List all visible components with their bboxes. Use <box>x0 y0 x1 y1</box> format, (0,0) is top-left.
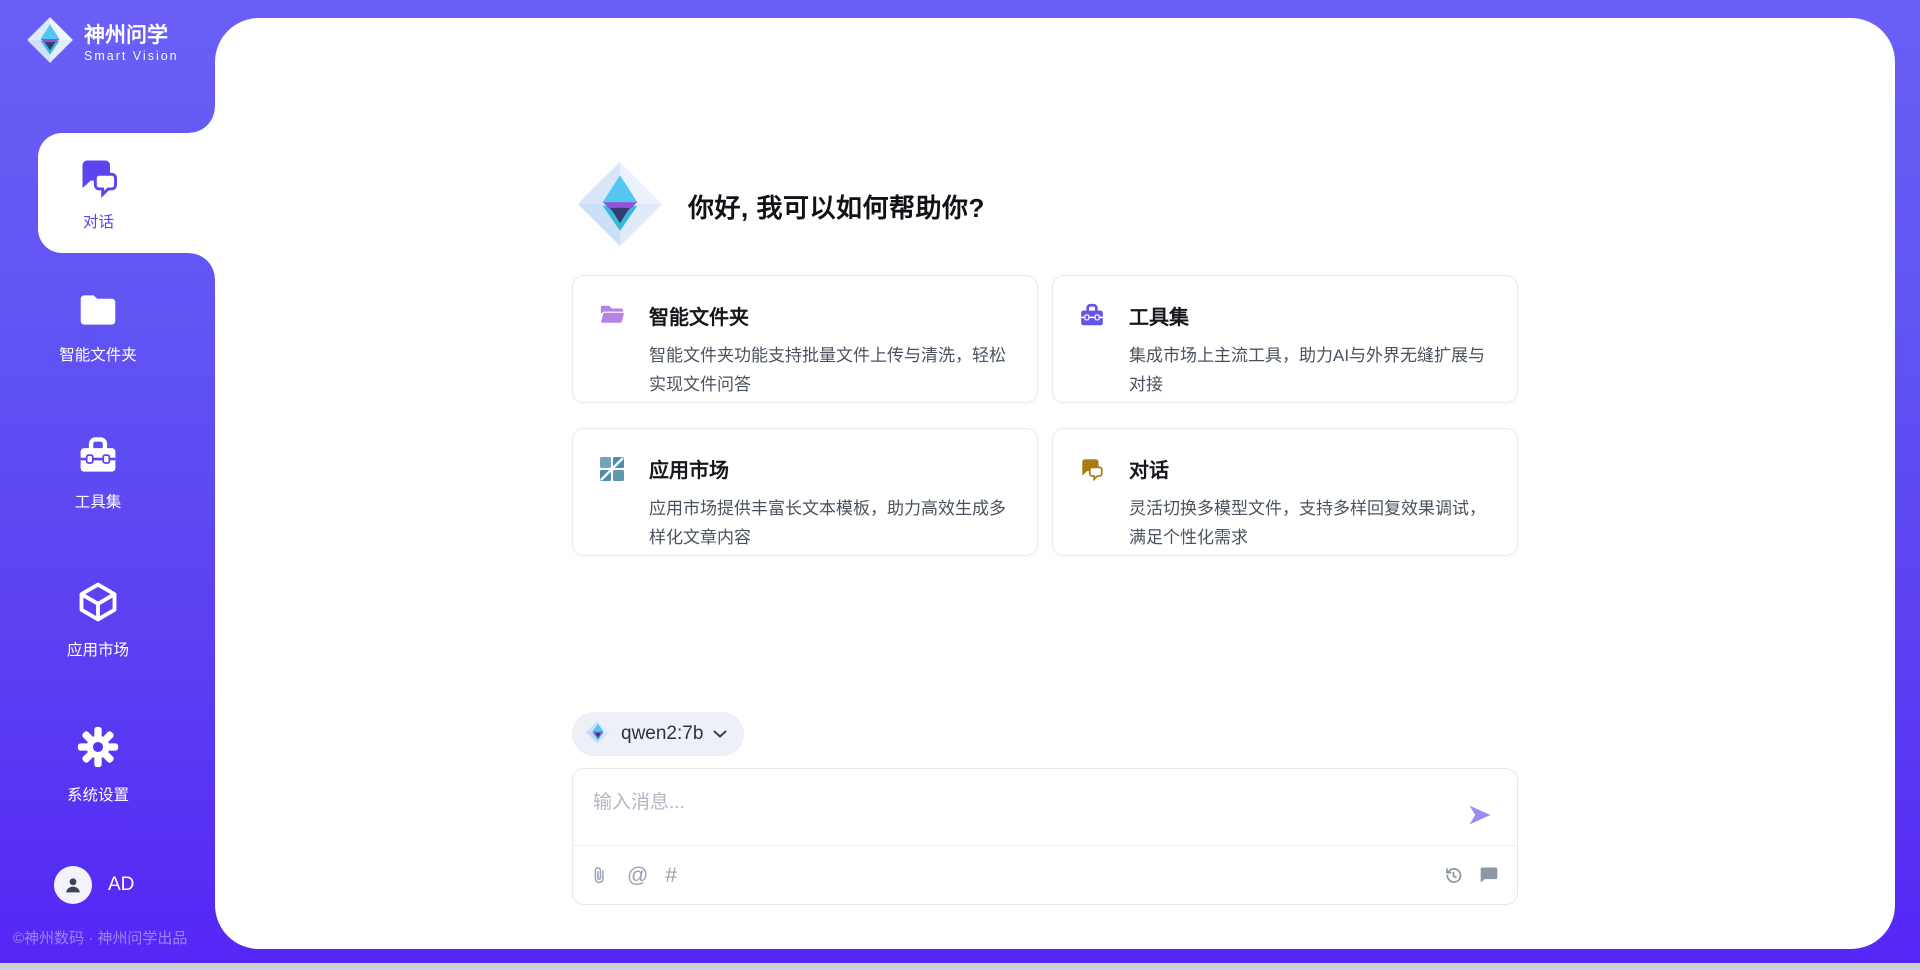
card-chat[interactable]: 对话 灵活切换多模型文件，支持多样回复效果调试，满足个性化需求 <box>1052 428 1518 556</box>
paperclip-icon <box>590 864 610 886</box>
sidebar-item-label: 系统设置 <box>67 783 129 805</box>
message-icon <box>1479 865 1499 885</box>
card-description: 智能文件夹功能支持批量文件上传与清洗，轻松实现文件问答 <box>649 341 1015 399</box>
toolbox-icon <box>1079 303 1105 333</box>
diamond-logo-icon <box>25 15 75 70</box>
chat-icon <box>1079 456 1105 487</box>
feature-cards: 智能文件夹 智能文件夹功能支持批量文件上传与清洗，轻松实现文件问答 <box>572 275 1518 556</box>
card-title: 对话 <box>1129 454 1495 483</box>
grid-icon <box>599 456 625 487</box>
at-icon[interactable]: @ <box>627 865 648 886</box>
chat-icon <box>77 155 121 204</box>
sidebar-item-app-market[interactable]: 应用市场 <box>0 580 196 660</box>
diamond-logo-icon <box>585 719 611 750</box>
send-icon <box>1466 801 1494 829</box>
user-initials: AD <box>108 874 134 896</box>
horizontal-scrollbar[interactable] <box>0 963 1920 970</box>
copyright-text: ©神州数码 · 神州问学出品 <box>13 927 187 948</box>
message-composer: @ # <box>572 768 1518 905</box>
toolbox-icon <box>77 436 119 481</box>
main-content: 你好, 我可以如何帮助你? 智能文件夹 智能文件夹功能支持批量文件上传与清洗，轻… <box>215 18 1895 949</box>
sidebar-item-toolset[interactable]: 工具集 <box>0 436 196 512</box>
chevron-down-icon <box>713 725 727 743</box>
message-panel-button[interactable] <box>1479 865 1499 885</box>
card-title: 工具集 <box>1129 301 1495 330</box>
card-toolset[interactable]: 工具集 集成市场上主流工具，助力AI与外界无缝扩展与对接 <box>1052 275 1518 403</box>
sidebar-item-label: 应用市场 <box>67 638 129 660</box>
greeting-title: 你好, 我可以如何帮助你? <box>688 188 985 225</box>
brand-name: 神州问学 <box>84 23 179 49</box>
history-icon <box>1443 865 1464 886</box>
gear-icon <box>76 725 120 774</box>
model-name: qwen2:7b <box>621 723 703 745</box>
folder-open-icon <box>599 303 625 332</box>
sidebar-item-label: 对话 <box>83 210 114 232</box>
sidebar-item-label: 工具集 <box>75 490 122 512</box>
message-input[interactable] <box>573 769 1517 845</box>
sidebar-item-smart-folder[interactable]: 智能文件夹 <box>0 291 196 365</box>
card-description: 应用市场提供丰富长文本模板，助力高效生成多样化文章内容 <box>649 494 1015 552</box>
card-description: 灵活切换多模型文件，支持多样回复效果调试，满足个性化需求 <box>1129 494 1495 552</box>
sidebar-item-settings[interactable]: 系统设置 <box>0 725 196 805</box>
brand-subtitle: Smart Vision <box>84 49 179 63</box>
card-title: 应用市场 <box>649 454 1015 483</box>
composer-toolbar: @ # <box>573 845 1517 904</box>
app-root: 神州问学 Smart Vision 对话 智能文件夹 <box>0 0 1920 970</box>
card-description: 集成市场上主流工具，助力AI与外界无缝扩展与对接 <box>1129 341 1495 399</box>
model-selector[interactable]: qwen2:7b <box>572 712 744 756</box>
hash-icon[interactable]: # <box>665 865 677 886</box>
cube-icon <box>76 580 120 629</box>
sidebar-item-label: 智能文件夹 <box>59 343 137 365</box>
card-app-market[interactable]: 应用市场 应用市场提供丰富长文本模板，助力高效生成多样化文章内容 <box>572 428 1038 556</box>
diamond-logo-icon <box>574 158 666 255</box>
hero-section: 你好, 我可以如何帮助你? <box>574 158 985 255</box>
user-profile[interactable]: AD <box>54 866 134 904</box>
card-title: 智能文件夹 <box>649 301 1015 330</box>
folder-icon <box>77 291 119 334</box>
attach-file-button[interactable] <box>590 864 610 886</box>
brand-logo: 神州问学 Smart Vision <box>25 15 179 70</box>
sidebar-item-chat[interactable]: 对话 <box>38 133 215 253</box>
card-smart-folder[interactable]: 智能文件夹 智能文件夹功能支持批量文件上传与清洗，轻松实现文件问答 <box>572 275 1038 403</box>
history-button[interactable] <box>1443 865 1464 886</box>
sidebar: 神州问学 Smart Vision 对话 智能文件夹 <box>0 0 215 963</box>
avatar <box>54 866 92 904</box>
send-button[interactable] <box>1465 801 1495 831</box>
